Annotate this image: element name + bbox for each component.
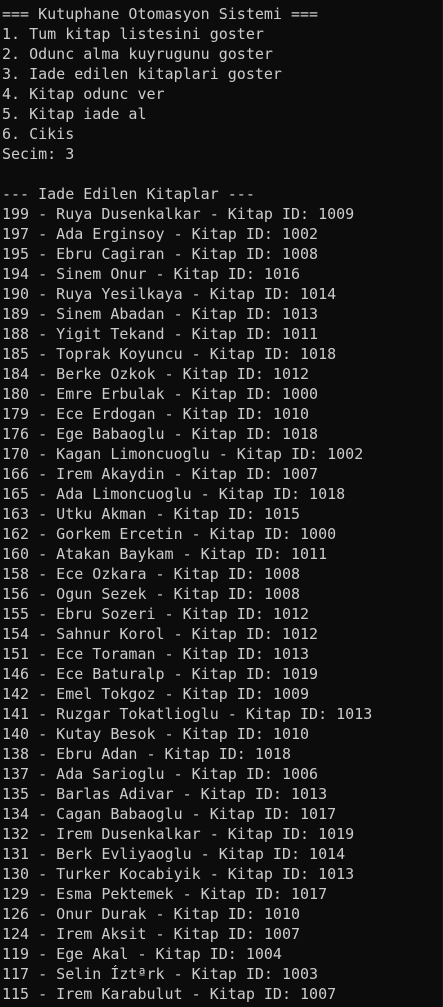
section-title: --- Iade Edilen Kitaplar --- — [2, 185, 255, 203]
menu-item-2: 2. Odunc alma kuyrugunu goster — [2, 45, 273, 63]
menu-item-4: 4. Kitap odunc ver — [2, 85, 165, 103]
list-item: 179 - Ece Erdogan - Kitap ID: 1010 — [2, 405, 310, 423]
list-item: 170 - Kagan Limoncuoglu - Kitap ID: 1002 — [2, 445, 364, 463]
list-item: 117 - Selin Íztªrk - Kitap ID: 1003 — [2, 965, 319, 983]
list-item: 129 - Esma Pektemek - Kitap ID: 1017 — [2, 885, 328, 903]
list-item: 184 - Berke Ozkok - Kitap ID: 1012 — [2, 365, 310, 383]
list-item: 141 - Ruzgar Tokatlioglu - Kitap ID: 101… — [2, 705, 373, 723]
list-item: 119 - Ege Akal - Kitap ID: 1004 — [2, 945, 282, 963]
list-item: 180 - Emre Erbulak - Kitap ID: 1000 — [2, 385, 319, 403]
list-item: 138 - Ebru Adan - Kitap ID: 1018 — [2, 745, 291, 763]
list-item: 135 - Barlas Adivar - Kitap ID: 1013 — [2, 785, 328, 803]
menu-item-3: 3. Iade edilen kitaplari goster — [2, 65, 282, 83]
console-window[interactable]: === Kutuphane Otomasyon Sistemi === 1. T… — [0, 0, 443, 1007]
list-item: 189 - Sinem Abadan - Kitap ID: 1013 — [2, 305, 319, 323]
list-item: 142 - Emel Tokgoz - Kitap ID: 1009 — [2, 685, 310, 703]
app-header: === Kutuphane Otomasyon Sistemi === — [2, 5, 319, 23]
list-item: 151 - Ece Toraman - Kitap ID: 1013 — [2, 645, 310, 663]
list-item: 185 - Toprak Koyuncu - Kitap ID: 1018 — [2, 345, 337, 363]
list-item: 140 - Kutay Besok - Kitap ID: 1010 — [2, 725, 310, 743]
list-item: 188 - Yigit Tekand - Kitap ID: 1011 — [2, 325, 319, 343]
list-item: 158 - Ece Ozkara - Kitap ID: 1008 — [2, 565, 301, 583]
list-item: 137 - Ada Sarioglu - Kitap ID: 1006 — [2, 765, 319, 783]
list-item: 160 - Atakan Baykam - Kitap ID: 1011 — [2, 545, 328, 563]
list-item: 197 - Ada Erginsoy - Kitap ID: 1002 — [2, 225, 319, 243]
list-item: 190 - Ruya Yesilkaya - Kitap ID: 1014 — [2, 285, 337, 303]
list-item: 162 - Gorkem Ercetin - Kitap ID: 1000 — [2, 525, 337, 543]
menu-item-5: 5. Kitap iade al — [2, 105, 147, 123]
list-item: 146 - Ece Baturalp - Kitap ID: 1019 — [2, 665, 319, 683]
list-item: 155 - Ebru Sozeri - Kitap ID: 1012 — [2, 605, 310, 623]
menu-item-6: 6. Cikis — [2, 125, 75, 143]
list-item: 165 - Ada Limoncuoglu - Kitap ID: 1018 — [2, 485, 346, 503]
list-item: 163 - Utku Akman - Kitap ID: 1015 — [2, 505, 301, 523]
list-item: 130 - Turker Kocabiyik - Kitap ID: 1013 — [2, 865, 355, 883]
list-item: 154 - Sahnur Korol - Kitap ID: 1012 — [2, 625, 319, 643]
list-item: 166 - Irem Akaydin - Kitap ID: 1007 — [2, 465, 319, 483]
list-item: 134 - Cagan Babaoglu - Kitap ID: 1017 — [2, 805, 337, 823]
list-item: 156 - Ogun Sezek - Kitap ID: 1008 — [2, 585, 301, 603]
list-item: 194 - Sinem Onur - Kitap ID: 1016 — [2, 265, 301, 283]
list-item: 126 - Onur Durak - Kitap ID: 1010 — [2, 905, 301, 923]
list-item: 199 - Ruya Dusenkalkar - Kitap ID: 1009 — [2, 205, 355, 223]
list-item: 176 - Ege Babaoglu - Kitap ID: 1018 — [2, 425, 319, 443]
list-item: 115 - Irem Karabulut - Kitap ID: 1007 — [2, 985, 337, 1003]
returned-books-list: 199 - Ruya Dusenkalkar - Kitap ID: 1009 … — [2, 204, 443, 1004]
list-item: 131 - Berk Evliyaoglu - Kitap ID: 1014 — [2, 845, 346, 863]
selection-prompt: Secim: 3 — [2, 145, 75, 163]
menu-item-1: 1. Tum kitap listesini goster — [2, 25, 264, 43]
list-item: 195 - Ebru Cagiran - Kitap ID: 1008 — [2, 245, 319, 263]
list-item: 124 - Irem Aksit - Kitap ID: 1007 — [2, 925, 301, 943]
list-item: 132 - Irem Dusenkalkar - Kitap ID: 1019 — [2, 825, 355, 843]
